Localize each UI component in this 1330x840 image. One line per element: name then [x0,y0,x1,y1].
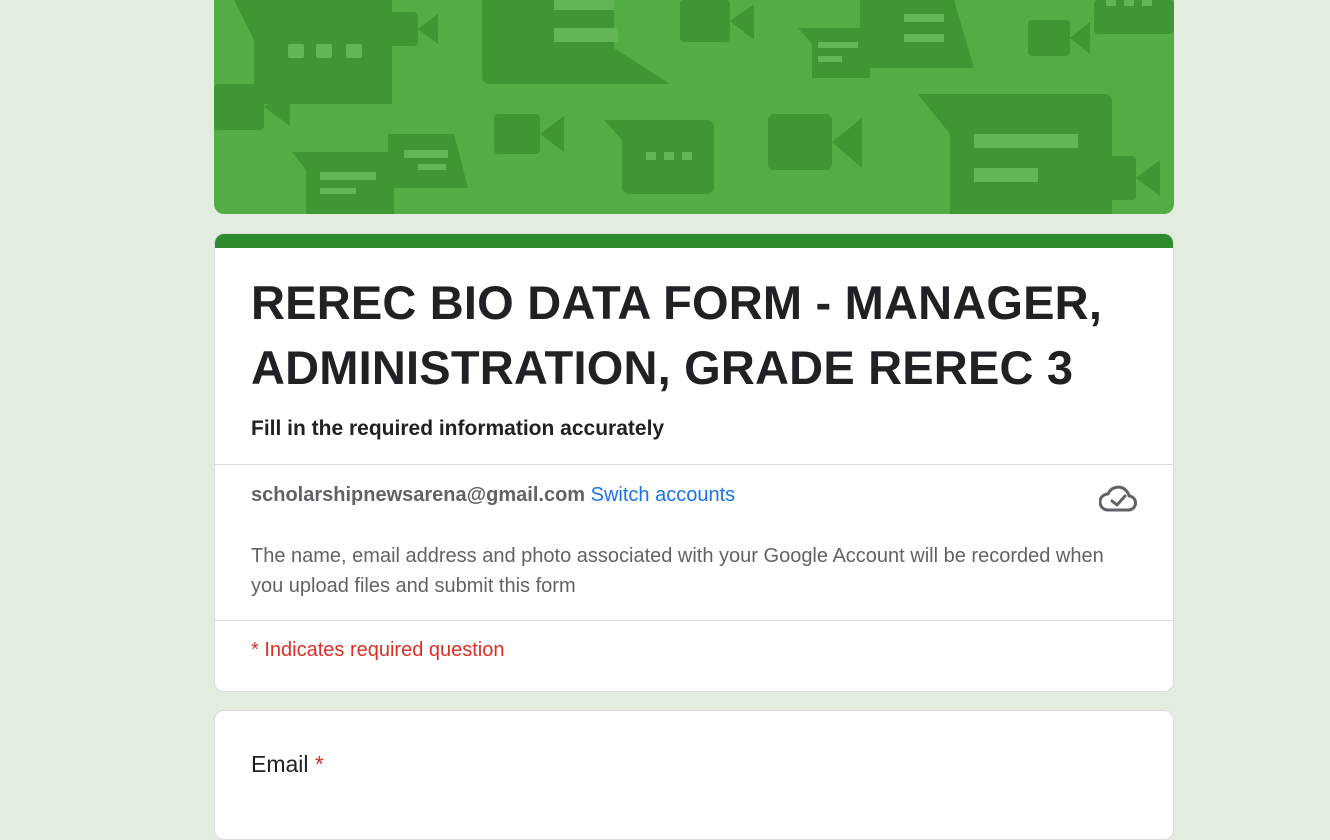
banner-pattern [214,0,1174,214]
divider [215,620,1173,621]
header-banner [214,0,1174,214]
question-label: Email * [251,751,324,778]
required-asterisk: * [314,751,324,777]
account-row: scholarshipnewsarena@gmail.com Switch ac… [251,484,735,507]
required-question-note: * Indicates required question [251,639,505,661]
switch-accounts-link[interactable]: Switch accounts [591,484,736,506]
cloud-check-icon [1099,485,1137,512]
question-card-email: Email * [214,710,1174,840]
form-description: Fill in the required information accurat… [251,417,665,440]
question-title: Email [251,751,309,777]
form-header-card: REREC BIO DATA FORM - MANAGER, ADMINISTR… [214,233,1174,692]
form-title: REREC BIO DATA FORM - MANAGER, ADMINISTR… [251,276,1103,394]
card-accent-bar [215,234,1173,248]
privacy-note: The name, email address and photo associ… [251,545,1104,597]
account-email: scholarshipnewsarena@gmail.com [251,484,586,506]
divider [215,464,1173,465]
